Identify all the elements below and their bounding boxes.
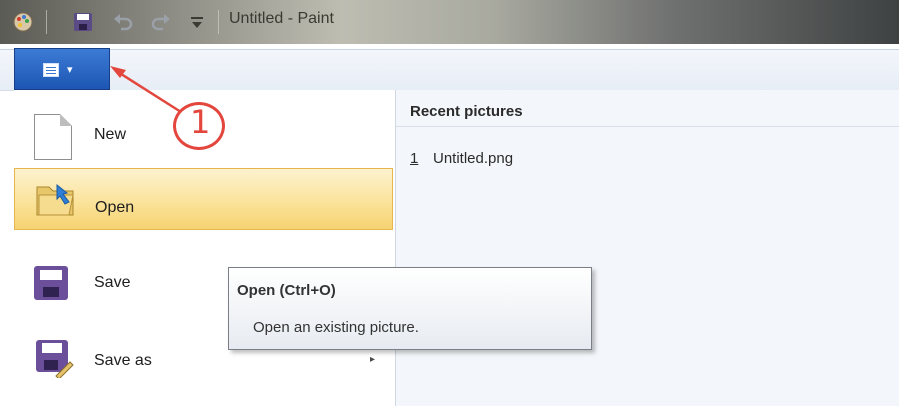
- annotation-arrow: [110, 66, 182, 114]
- annotation-number: 1: [190, 103, 211, 141]
